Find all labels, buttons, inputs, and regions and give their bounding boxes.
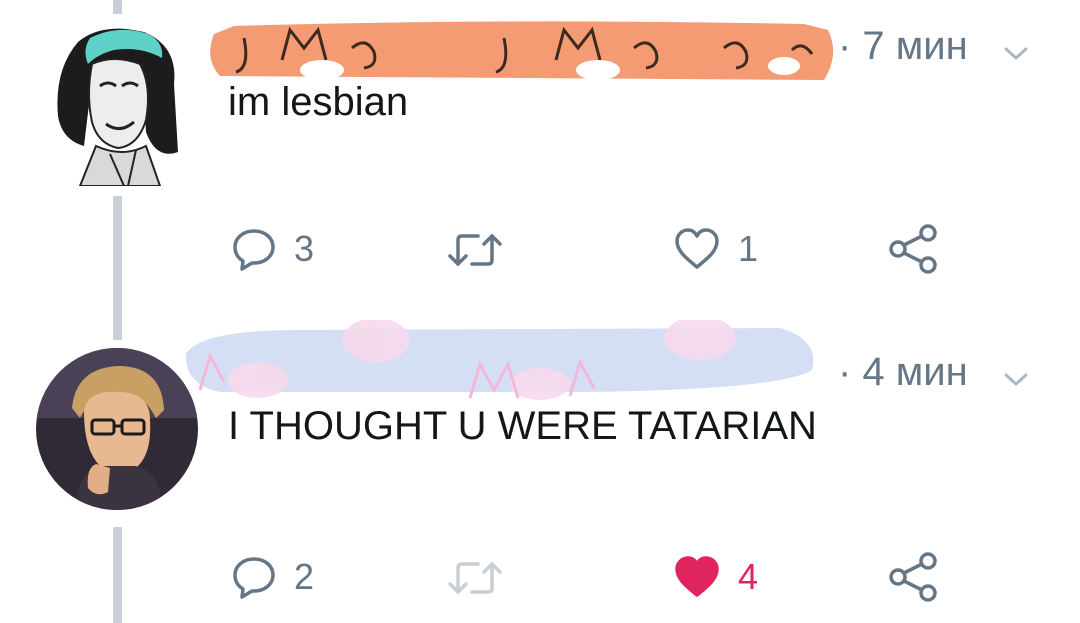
timestamp[interactable]: · 7 мин <box>838 24 968 69</box>
tweet-meta: · 4 мин <box>838 348 1030 396</box>
display-name-banner <box>180 320 820 400</box>
tweet-2[interactable]: · 4 мин I THOUGHT U WERE TATARIAN 2 4 <box>0 320 1080 623</box>
display-name-banner <box>204 14 840 84</box>
like-button[interactable]: 1 <box>674 226 758 272</box>
avatar[interactable] <box>40 24 188 186</box>
like-count: 4 <box>738 556 759 597</box>
share-button[interactable] <box>888 224 940 274</box>
retweet-button[interactable] <box>446 228 522 272</box>
retweet-icon <box>448 562 502 594</box>
chevron-down-icon[interactable] <box>1002 32 1030 60</box>
avatar[interactable] <box>36 348 198 510</box>
timestamp[interactable]: · 4 мин <box>838 350 968 395</box>
share-icon <box>889 552 937 602</box>
like-icon <box>675 228 719 269</box>
tweet-text: im lesbian <box>228 80 409 124</box>
like-button[interactable]: 4 <box>674 554 758 600</box>
like-icon <box>675 556 719 597</box>
tweet-meta: · 7 мин <box>838 22 1030 70</box>
reply-count: 2 <box>294 556 315 597</box>
reply-icon <box>233 229 275 271</box>
reply-button[interactable]: 2 <box>232 554 314 600</box>
avatar-illustration <box>40 24 188 186</box>
avatar-illustration <box>36 348 198 510</box>
reply-count: 3 <box>294 228 315 269</box>
reply-icon <box>233 557 275 599</box>
retweet-icon <box>448 234 502 266</box>
share-icon <box>889 224 937 274</box>
tweet-text: I THOUGHT U WERE TATARIAN <box>228 404 817 448</box>
like-count: 1 <box>738 228 759 269</box>
tweet-1[interactable]: · 7 мин im lesbian 3 1 <box>0 0 1080 320</box>
retweet-button[interactable] <box>446 556 522 600</box>
share-button[interactable] <box>888 552 940 602</box>
reply-button[interactable]: 3 <box>232 226 314 272</box>
chevron-down-icon[interactable] <box>1002 358 1030 386</box>
